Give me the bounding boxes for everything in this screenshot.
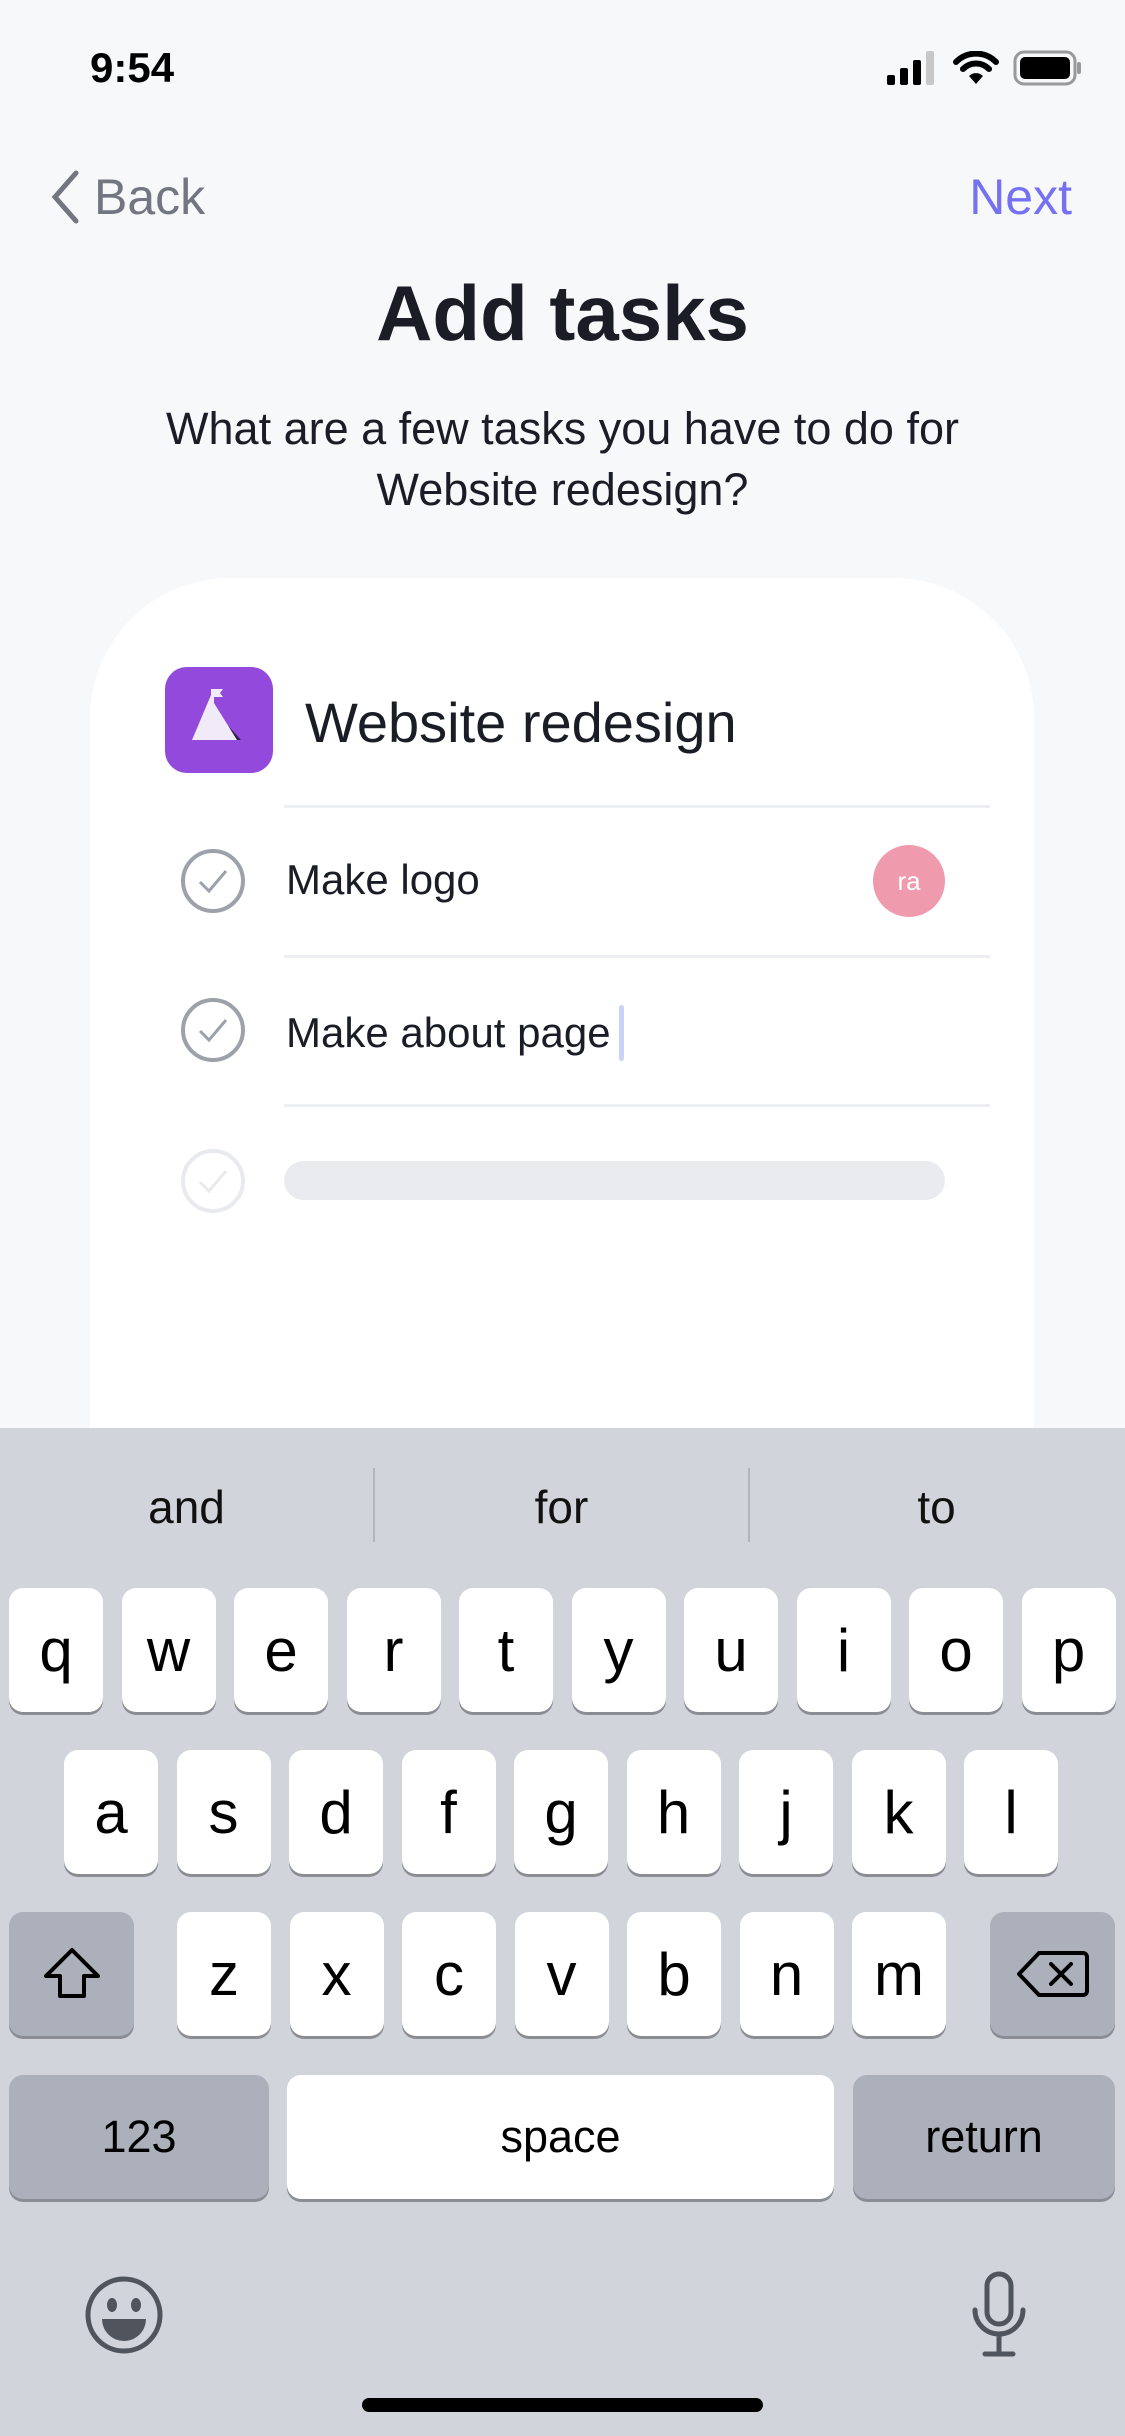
suggestion[interactable]: and [0,1480,373,1534]
mountain-flag-icon [192,689,241,740]
subtitle-line: Website redesign? [376,464,749,515]
next-button[interactable]: Next [969,168,1072,226]
suggestion[interactable]: for [375,1480,748,1534]
key-a[interactable]: a [64,1750,158,1874]
task-checkbox-icon[interactable] [180,848,246,914]
key-y[interactable]: y [571,1588,666,1712]
page-title: Add tasks [376,269,749,357]
divider [284,805,990,808]
key-i[interactable]: i [796,1588,891,1712]
status-icons [887,50,1083,86]
page-subtitle: What are a few tasks you have to do for … [80,398,1045,520]
avatar[interactable]: ra [873,845,945,917]
new-task-checkbox-icon [181,1149,245,1213]
shift-key[interactable] [9,1912,134,2036]
key-f[interactable]: f [401,1750,496,1874]
delete-key[interactable] [990,1912,1115,2036]
key-e[interactable]: e [234,1588,328,1712]
project-title: Website redesign [305,691,737,754]
subtitle-line: What are a few tasks you have to do for [166,403,959,454]
project-icon [165,667,273,773]
shift-icon [43,1948,100,1998]
wifi-icon [953,51,999,84]
back-label: Back [94,169,206,225]
key-c[interactable]: c [402,1912,496,2036]
divider [284,1104,990,1107]
key-o[interactable]: o [909,1588,1003,1712]
task-input[interactable]: Make about page [286,1005,624,1061]
new-task-placeholder[interactable] [284,1161,945,1200]
key-n[interactable]: n [739,1912,834,2036]
key-h[interactable]: h [626,1750,721,1874]
chevron-left-icon [51,170,79,224]
battery-icon [1013,50,1081,86]
status-time: 9:54 [90,44,175,91]
key-s[interactable]: s [176,1750,271,1874]
key-g[interactable]: g [514,1750,608,1874]
text-caret [618,1005,624,1061]
key-d[interactable]: d [289,1750,383,1874]
space-key[interactable]: space [287,2075,834,2199]
key-m[interactable]: m [852,1912,946,2036]
key-k[interactable]: k [851,1750,946,1874]
suggestion[interactable]: to [750,1480,1123,1534]
task-name[interactable]: Make logo [286,856,480,904]
numbers-key[interactable]: 123 [9,2075,269,2199]
backspace-icon [1016,1951,1089,1997]
microphone-icon[interactable] [967,2270,1031,2360]
key-w[interactable]: w [121,1588,216,1712]
key-l[interactable]: l [964,1750,1058,1874]
key-p[interactable]: p [1021,1588,1116,1712]
emoji-icon[interactable] [84,2275,164,2355]
task-checkbox-icon[interactable] [180,997,246,1063]
key-t[interactable]: t [459,1588,553,1712]
key-x[interactable]: x [289,1912,384,2036]
return-key[interactable]: return [853,2075,1115,2199]
key-r[interactable]: r [346,1588,441,1712]
key-q[interactable]: q [9,1588,103,1712]
key-u[interactable]: u [684,1588,778,1712]
divider [284,955,990,958]
home-indicator[interactable] [362,2398,763,2412]
task-name: Make about page [286,1009,611,1056]
key-z[interactable]: z [177,1912,271,2036]
key-v[interactable]: v [514,1912,609,2036]
key-j[interactable]: j [739,1750,833,1874]
back-button[interactable]: Back [50,168,205,226]
cellular-signal-icon [887,51,934,85]
key-b[interactable]: b [627,1912,721,2036]
